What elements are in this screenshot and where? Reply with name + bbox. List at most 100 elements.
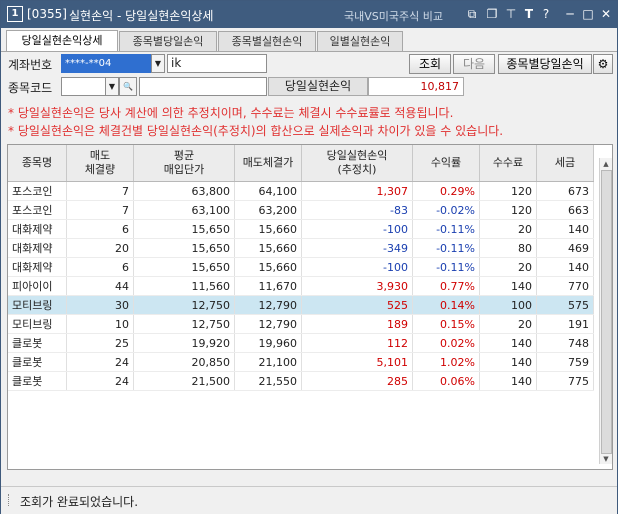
cell-pl: 5,101	[301, 352, 413, 372]
table-row[interactable]: 모티브링 10 12,750 12,790 189 0.15% 20 191	[8, 314, 594, 334]
stock-name-field[interactable]	[139, 77, 267, 96]
cell-tax: 140	[536, 257, 594, 277]
detail-grid: 종목명 매도 체결량 평균 매입단가 매도체결가 당일실현손익 (추정치) 수익률 수수료 세금 포…	[7, 144, 613, 470]
cell-avg: 11,560	[133, 276, 235, 296]
stock-dropdown-icon[interactable]: ▼	[105, 77, 119, 96]
settings-icon[interactable]: ⚙	[593, 54, 613, 74]
scroll-down-icon[interactable]: ▼	[601, 454, 611, 464]
cell-tax: 775	[536, 371, 594, 391]
stock-code-field[interactable]	[61, 77, 106, 96]
cell-tax: 673	[536, 181, 594, 201]
cell-tax: 748	[536, 333, 594, 353]
search-icon[interactable]: 🔍	[119, 77, 137, 96]
pin-icon[interactable]: ⊤	[504, 7, 518, 21]
column-header-text: 당일실현손익	[326, 149, 388, 162]
cell-avg: 63,800	[133, 181, 235, 201]
cell-rate: -0.11%	[412, 238, 480, 258]
table-row[interactable]: 클로봇 25 19,920 19,960 112 0.02% 140 748	[8, 333, 594, 353]
window-mode-icon[interactable]: ❐	[485, 7, 499, 21]
column-header-rate[interactable]: 수익률	[412, 145, 480, 182]
column-header-name[interactable]: 종목명	[8, 145, 67, 182]
query-button[interactable]: 조회	[409, 54, 451, 74]
cell-fee: 120	[479, 200, 537, 220]
cell-name: 대화제약	[8, 219, 67, 239]
cell-name: 대화제약	[8, 257, 67, 277]
cell-qty: 6	[66, 219, 134, 239]
table-row[interactable]: 대화제약 20 15,650 15,660 -349 -0.11% 80 469	[8, 238, 594, 258]
cell-avg: 15,650	[133, 257, 235, 277]
cell-pl: 1,307	[301, 181, 413, 201]
status-bar: 조회가 완료되었습니다.	[1, 486, 617, 514]
tab-stock-daily[interactable]: 종목별당일손익	[119, 31, 217, 51]
account-name-field[interactable]: ik	[167, 54, 267, 73]
cell-avg: 20,850	[133, 352, 235, 372]
scroll-up-icon[interactable]: ▲	[601, 159, 611, 169]
cell-sell: 15,660	[234, 257, 302, 277]
copy-icon[interactable]: ⧉	[465, 7, 479, 21]
table-row[interactable]: 클로봇 24 20,850 21,100 5,101 1.02% 140 759	[8, 352, 594, 372]
text-icon[interactable]: T	[522, 7, 536, 21]
next-button[interactable]: 다음	[453, 54, 495, 74]
cell-rate: 1.02%	[412, 352, 480, 372]
column-header-text: 매입단가	[163, 163, 205, 176]
cell-name: 대화제약	[8, 238, 67, 258]
cell-name: 클로봇	[8, 333, 67, 353]
scroll-thumb[interactable]	[601, 170, 612, 454]
vertical-scrollbar[interactable]: ▲ ▼	[599, 158, 612, 464]
cell-avg: 19,920	[133, 333, 235, 353]
column-header-pl[interactable]: 당일실현손익 (추정치)	[301, 145, 413, 182]
cell-rate: -0.11%	[412, 219, 480, 239]
cell-tax: 663	[536, 200, 594, 220]
cell-pl: -349	[301, 238, 413, 258]
help-icon[interactable]: ?	[539, 7, 553, 21]
table-row[interactable]: 모티브링 30 12,750 12,790 525 0.14% 100 575	[8, 295, 594, 315]
cell-rate: 0.15%	[412, 314, 480, 334]
minimize-icon[interactable]: ─	[563, 7, 577, 21]
table-row[interactable]: 포스코인 7 63,800 64,100 1,307 0.29% 120 673	[8, 181, 594, 201]
table-row[interactable]: 클로봇 24 21,500 21,550 285 0.06% 140 775	[8, 371, 594, 391]
column-header-sell[interactable]: 매도체결가	[234, 145, 302, 182]
column-header-text: 수수료	[492, 156, 524, 169]
cell-avg: 15,650	[133, 219, 235, 239]
detail-table: 종목명 매도 체결량 평균 매입단가 매도체결가 당일실현손익 (추정치) 수익률 수수료 세금 포…	[8, 145, 594, 391]
cell-tax: 575	[536, 295, 594, 315]
notice-line-1: * 당일실현손익은 당사 계산에 의한 추정치이며, 수수료는 체결시 수수료률…	[8, 106, 454, 120]
cell-qty: 7	[66, 181, 134, 201]
tab-daily-detail[interactable]: 당일실현손익상세	[6, 30, 118, 52]
column-header-avg[interactable]: 평균 매입단가	[133, 145, 235, 182]
cell-pl: 3,930	[301, 276, 413, 296]
cell-sell: 19,960	[234, 333, 302, 353]
cell-sell: 21,550	[234, 371, 302, 391]
cell-sell: 64,100	[234, 181, 302, 201]
screen-code: [0355]	[27, 7, 67, 21]
compare-link[interactable]: 국내VS미국주식 비교	[344, 8, 443, 24]
per-stock-daily-button[interactable]: 종목별당일손익	[498, 54, 592, 74]
column-header-qty[interactable]: 매도 체결량	[66, 145, 134, 182]
cell-rate: 0.06%	[412, 371, 480, 391]
window-icon[interactable]: 1	[7, 6, 23, 22]
cell-sell: 12,790	[234, 314, 302, 334]
table-row[interactable]: 대화제약 6 15,650 15,660 -100 -0.11% 20 140	[8, 219, 594, 239]
tab-stock-realized[interactable]: 종목별실현손익	[218, 31, 316, 51]
table-row[interactable]: 포스코인 7 63,100 63,200 -83 -0.02% 120 663	[8, 200, 594, 220]
column-header-fee[interactable]: 수수료	[479, 145, 537, 182]
cell-sell: 21,100	[234, 352, 302, 372]
cell-pl: -100	[301, 257, 413, 277]
cell-tax: 469	[536, 238, 594, 258]
cell-fee: 140	[479, 352, 537, 372]
account-dropdown-icon[interactable]: ▼	[151, 54, 165, 73]
daily-pl-label: 당일실현손익	[268, 77, 368, 96]
close-icon[interactable]: ✕	[599, 7, 613, 21]
cell-fee: 20	[479, 219, 537, 239]
column-header-text: (추정치)	[337, 163, 377, 176]
maximize-icon[interactable]: □	[581, 7, 595, 21]
tab-daily-realized[interactable]: 일별실현손익	[317, 31, 403, 51]
cell-name: 클로봇	[8, 371, 67, 391]
table-row[interactable]: 대화제약 6 15,650 15,660 -100 -0.11% 20 140	[8, 257, 594, 277]
cell-avg: 63,100	[133, 200, 235, 220]
cell-fee: 20	[479, 314, 537, 334]
cell-pl: 112	[301, 333, 413, 353]
column-header-tax[interactable]: 세금	[536, 145, 594, 182]
account-number-field[interactable]: ****-**04	[61, 54, 154, 73]
table-row[interactable]: 피아이이 44 11,560 11,670 3,930 0.77% 140 770	[8, 276, 594, 296]
